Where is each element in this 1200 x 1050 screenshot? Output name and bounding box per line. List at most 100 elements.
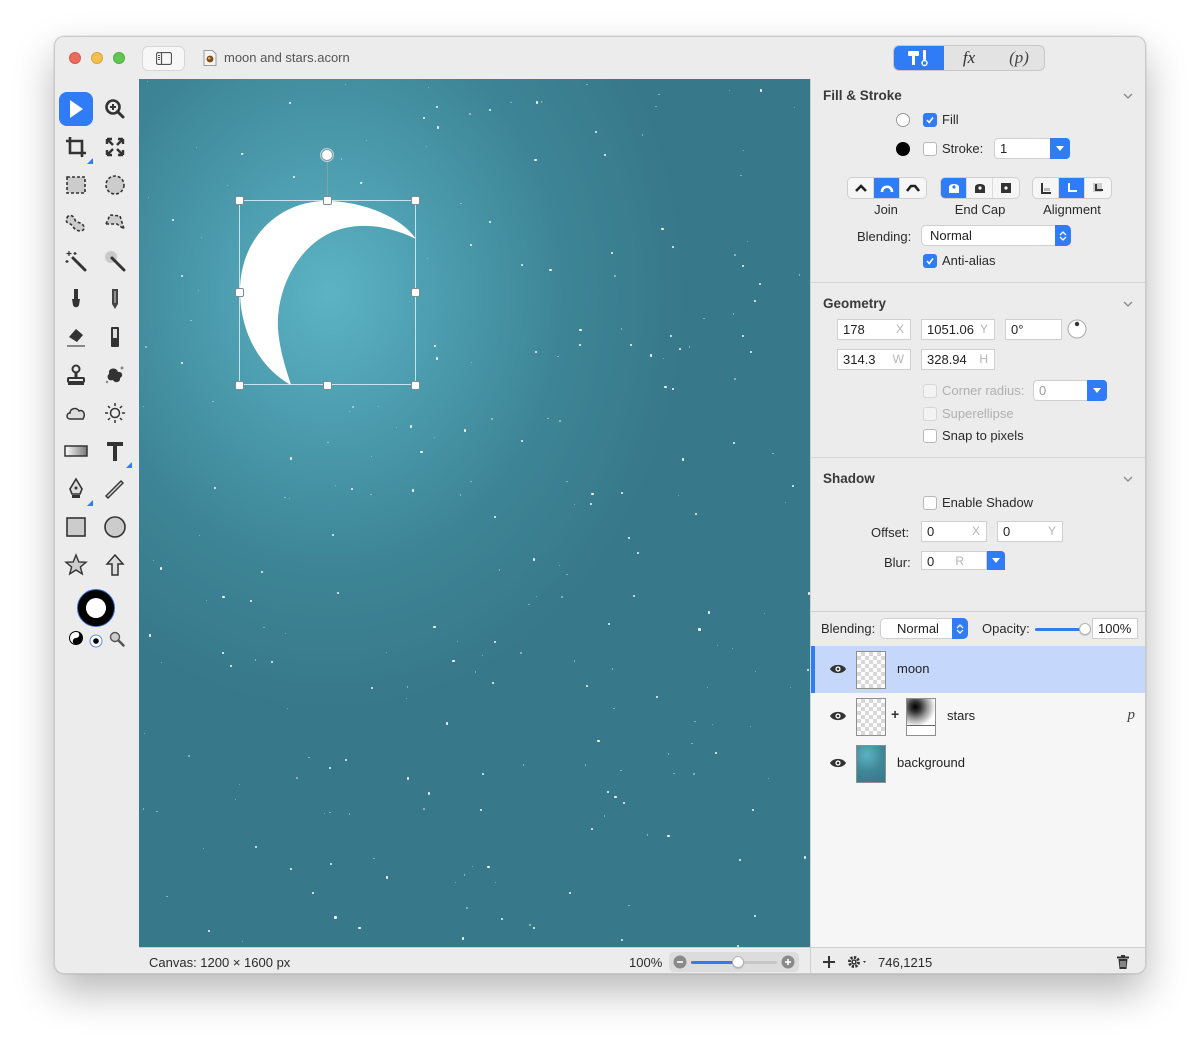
trash-icon[interactable] <box>1117 955 1129 969</box>
zoom-tool[interactable] <box>98 92 132 126</box>
opacity-slider-knob[interactable] <box>1079 623 1091 635</box>
corner-radius-field[interactable]: 0 <box>1033 380 1107 401</box>
endcap-butt[interactable] <box>941 178 967 198</box>
resize-handle-bottom-right[interactable] <box>411 381 420 390</box>
zoom-slider[interactable] <box>691 956 777 968</box>
clone-stamp-tool[interactable] <box>59 358 93 392</box>
rotation-field[interactable]: 0° <box>1005 319 1062 340</box>
resize-handle-top[interactable] <box>323 196 332 205</box>
eye-icon[interactable] <box>829 710 847 722</box>
eraser-tool[interactable] <box>59 320 93 354</box>
pen-tool[interactable] <box>59 472 93 506</box>
eye-icon[interactable] <box>829 663 847 675</box>
transform-tool[interactable] <box>98 130 132 164</box>
oval-tool[interactable] <box>98 510 132 544</box>
chevron-down-icon[interactable] <box>1123 474 1133 484</box>
resize-handle-bottom[interactable] <box>323 381 332 390</box>
x-field[interactable]: 178 X <box>837 319 911 340</box>
corner-radius-dropdown[interactable] <box>1087 380 1107 401</box>
layer-mask-thumbnail[interactable] <box>906 698 936 736</box>
crop-tool[interactable] <box>59 130 93 164</box>
cloud-tool[interactable] <box>59 396 93 430</box>
star-tool[interactable] <box>59 548 93 582</box>
resize-handle-top-left[interactable] <box>235 196 244 205</box>
resize-handle-left[interactable] <box>235 288 244 297</box>
image-canvas[interactable] <box>139 79 810 947</box>
brush-tool[interactable] <box>59 282 93 316</box>
chevron-down-icon[interactable] <box>1123 91 1133 101</box>
endcap-square[interactable] <box>993 178 1019 198</box>
magic-wand-soft-tool[interactable] <box>98 244 132 278</box>
text-tool[interactable] <box>98 434 132 468</box>
fill-blending-select[interactable]: Normal <box>921 225 1071 246</box>
corner-radius-checkbox[interactable] <box>923 384 937 398</box>
fill-stroke-color-well[interactable] <box>77 589 115 627</box>
swap-colors-icon[interactable] <box>69 631 83 645</box>
shadow-blur-dropdown[interactable] <box>987 551 1005 570</box>
stroke-checkbox[interactable] <box>923 142 937 156</box>
stroke-width-field[interactable]: 1 <box>994 138 1070 159</box>
opacity-field[interactable]: 100% <box>1092 618 1138 639</box>
gear-icon[interactable] <box>846 954 870 970</box>
default-colors-icon[interactable] <box>89 634 103 648</box>
fill-color-well[interactable] <box>896 113 910 127</box>
height-field[interactable]: 328.94 H <box>921 349 995 370</box>
marker-tool[interactable] <box>98 320 132 354</box>
shadow-offset-y-field[interactable]: 0Y <box>997 521 1063 542</box>
y-field[interactable]: 1051.06 Y <box>921 319 995 340</box>
pencil-tool[interactable] <box>98 282 132 316</box>
stroke-width-dropdown[interactable] <box>1050 138 1070 159</box>
add-layer-icon[interactable] <box>823 956 835 968</box>
rectangle-tool[interactable] <box>59 510 93 544</box>
shadow-offset-x-field[interactable]: 0X <box>921 521 987 542</box>
alignment-center[interactable] <box>1059 178 1085 198</box>
superellipse-checkbox[interactable] <box>923 407 937 421</box>
rotation-dial-icon[interactable] <box>1067 319 1087 339</box>
ellipse-select-tool[interactable] <box>98 168 132 202</box>
color-picker-magnifier-icon[interactable] <box>109 631 125 647</box>
tab-effects[interactable]: fx <box>944 46 994 70</box>
resize-handle-top-right[interactable] <box>411 196 420 205</box>
zoom-slider-knob[interactable] <box>732 956 744 968</box>
zoom-out-icon[interactable] <box>673 955 687 969</box>
smudge-tool[interactable] <box>98 358 132 392</box>
close-button[interactable] <box>69 52 81 64</box>
layer-row-background[interactable]: background <box>811 740 1145 787</box>
lasso-tool[interactable] <box>59 206 93 240</box>
width-field[interactable]: 314.3 W <box>837 349 911 370</box>
antialias-checkbox[interactable] <box>923 254 937 268</box>
polygon-lasso-tool[interactable] <box>98 206 132 240</box>
rotation-handle[interactable] <box>321 149 333 161</box>
rect-select-tool[interactable] <box>59 168 93 202</box>
alignment-inside[interactable] <box>1033 178 1059 198</box>
shadow-blur-field[interactable]: 0R <box>921 551 987 570</box>
magic-wand-tool[interactable] <box>59 244 93 278</box>
join-bevel[interactable] <box>900 178 926 198</box>
sidebar-toggle-button[interactable] <box>142 46 185 71</box>
alignment-outside[interactable] <box>1085 178 1111 198</box>
enable-shadow-checkbox[interactable] <box>923 496 937 510</box>
resize-handle-right[interactable] <box>411 288 420 297</box>
brightness-tool[interactable] <box>98 396 132 430</box>
layer-row-stars[interactable]: + stars p <box>811 693 1145 740</box>
tab-tools[interactable] <box>894 46 944 70</box>
layer-blending-select[interactable]: Normal <box>880 618 968 639</box>
join-round[interactable] <box>874 178 900 198</box>
endcap-round[interactable] <box>967 178 993 198</box>
zoom-window-button[interactable] <box>113 52 125 64</box>
stroke-color-well[interactable] <box>896 142 910 156</box>
line-tool[interactable] <box>98 472 132 506</box>
snap-to-pixels-checkbox[interactable] <box>923 429 937 443</box>
gradient-tool[interactable] <box>59 434 93 468</box>
zoom-in-icon[interactable] <box>781 955 795 969</box>
resize-handle-bottom-left[interactable] <box>235 381 244 390</box>
arrow-shape-tool[interactable] <box>98 548 132 582</box>
join-miter[interactable] <box>848 178 874 198</box>
eye-icon[interactable] <box>829 757 847 769</box>
minimize-button[interactable] <box>91 52 103 64</box>
fill-checkbox[interactable] <box>923 113 937 127</box>
tab-plugins[interactable]: (p) <box>994 46 1044 70</box>
select-tool[interactable] <box>59 92 93 126</box>
chevron-down-icon[interactable] <box>1123 299 1133 309</box>
layer-row-moon[interactable]: moon <box>811 646 1145 693</box>
